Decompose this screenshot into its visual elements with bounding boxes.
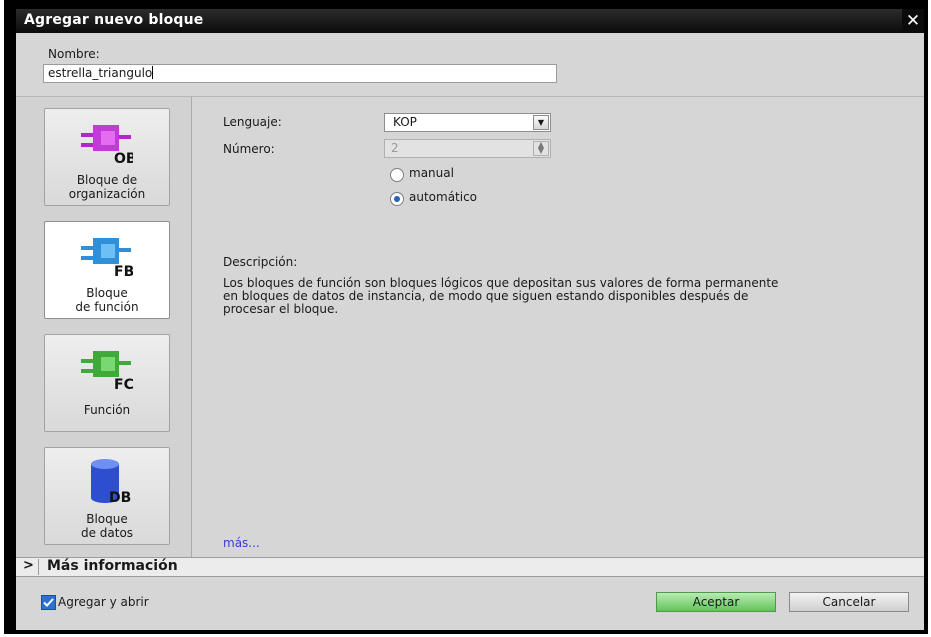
description-line-2: en bloques de datos de instancia, de mod… bbox=[223, 289, 749, 303]
ob-code: OB bbox=[114, 151, 133, 167]
add-block-dialog: Agregar nuevo bloque ✕ Nombre: estrella_… bbox=[16, 9, 924, 630]
db-code: DB bbox=[109, 490, 131, 506]
block-type-fc-button[interactable]: FC Función bbox=[44, 334, 170, 432]
expander-divider bbox=[38, 559, 39, 575]
organization-block-icon: OB bbox=[81, 125, 133, 167]
fb-caption-1: Bloque bbox=[86, 286, 128, 300]
add-and-open-label: Agregar y abrir bbox=[58, 595, 149, 609]
language-label: Lenguaje: bbox=[223, 115, 282, 129]
description-label: Descripción: bbox=[223, 255, 298, 269]
function-block-icon: FB bbox=[81, 238, 133, 280]
add-and-open-checkbox[interactable] bbox=[41, 595, 56, 610]
number-label: Número: bbox=[223, 142, 275, 156]
more-info-label: Más información bbox=[47, 558, 178, 574]
chevron-down-icon[interactable]: ▼ bbox=[533, 115, 549, 130]
db-caption-1: Bloque bbox=[86, 512, 128, 526]
ob-caption-1: Bloque de bbox=[76, 173, 138, 187]
description-line-1: Los bloques de función son bloques lógic… bbox=[223, 276, 779, 290]
name-value: estrella_triangulo bbox=[48, 66, 153, 80]
stepper-arrows-icon: ▲ ▼ bbox=[533, 141, 549, 156]
name-input[interactable]: estrella_triangulo bbox=[43, 64, 557, 83]
block-type-panel: OB Bloque de organización FB Bloque de fun… bbox=[16, 97, 191, 557]
name-label: Nombre: bbox=[48, 47, 100, 61]
data-block-icon: DB bbox=[91, 459, 131, 506]
cancel-button[interactable]: Cancelar bbox=[789, 592, 909, 612]
automatic-radio[interactable] bbox=[390, 192, 404, 206]
fc-caption: Función bbox=[83, 403, 131, 417]
fc-code: FC bbox=[114, 377, 133, 393]
more-info-expander[interactable]: > Más información bbox=[16, 557, 924, 577]
accept-button[interactable]: Aceptar bbox=[656, 592, 776, 612]
language-value: KOP bbox=[393, 115, 417, 129]
number-stepper: 2 ▲ ▼ bbox=[384, 139, 551, 158]
description-text: Los bloques de función son bloques lógic… bbox=[223, 277, 913, 316]
chevron-right-icon[interactable]: > bbox=[23, 558, 34, 573]
dialog-title: Agregar nuevo bloque bbox=[24, 12, 204, 28]
block-type-db-button[interactable]: DB Bloque de datos bbox=[44, 447, 170, 545]
language-select[interactable]: KOP ▼ bbox=[384, 113, 551, 132]
more-link[interactable]: más... bbox=[223, 536, 260, 550]
title-bar[interactable]: Agregar nuevo bloque ✕ bbox=[16, 9, 924, 33]
manual-label: manual bbox=[409, 166, 454, 180]
checkmark-icon bbox=[43, 598, 54, 607]
fb-caption-2: de función bbox=[75, 300, 139, 314]
description-line-3: procesar el bloque. bbox=[223, 302, 339, 316]
block-type-ob-button[interactable]: OB Bloque de organización bbox=[44, 108, 170, 206]
fb-code: FB bbox=[114, 264, 133, 280]
number-value: 2 bbox=[391, 141, 399, 155]
automatic-label: automático bbox=[409, 190, 478, 204]
manual-radio[interactable] bbox=[390, 168, 404, 182]
ob-caption-2: organización bbox=[68, 187, 146, 201]
block-type-fb-button[interactable]: FB Bloque de función bbox=[44, 221, 170, 319]
db-caption-2: de datos bbox=[80, 526, 134, 540]
panel-divider bbox=[191, 97, 192, 557]
function-icon: FC bbox=[81, 351, 133, 393]
close-button[interactable]: ✕ bbox=[902, 9, 924, 33]
